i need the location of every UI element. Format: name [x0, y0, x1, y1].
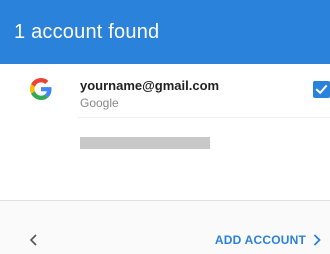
checkmark-icon — [315, 84, 328, 95]
account-picker-dialog: 1 account found yourname@gmail.com Googl… — [0, 0, 330, 254]
chevron-left-icon[interactable] — [28, 233, 40, 247]
row-divider — [78, 117, 330, 118]
account-provider: Google — [80, 96, 119, 110]
google-g-icon — [30, 78, 52, 100]
dialog-title: 1 account found — [14, 21, 160, 43]
account-email: yourname@gmail.com — [80, 78, 220, 93]
account-checkbox[interactable] — [313, 81, 330, 98]
loading-placeholder — [80, 137, 210, 149]
chevron-right-icon — [313, 234, 321, 246]
add-account-label: ADD ACCOUNT — [214, 233, 306, 247]
dialog-header: 1 account found — [0, 0, 330, 64]
add-account-button[interactable]: ADD ACCOUNT — [215, 231, 322, 249]
